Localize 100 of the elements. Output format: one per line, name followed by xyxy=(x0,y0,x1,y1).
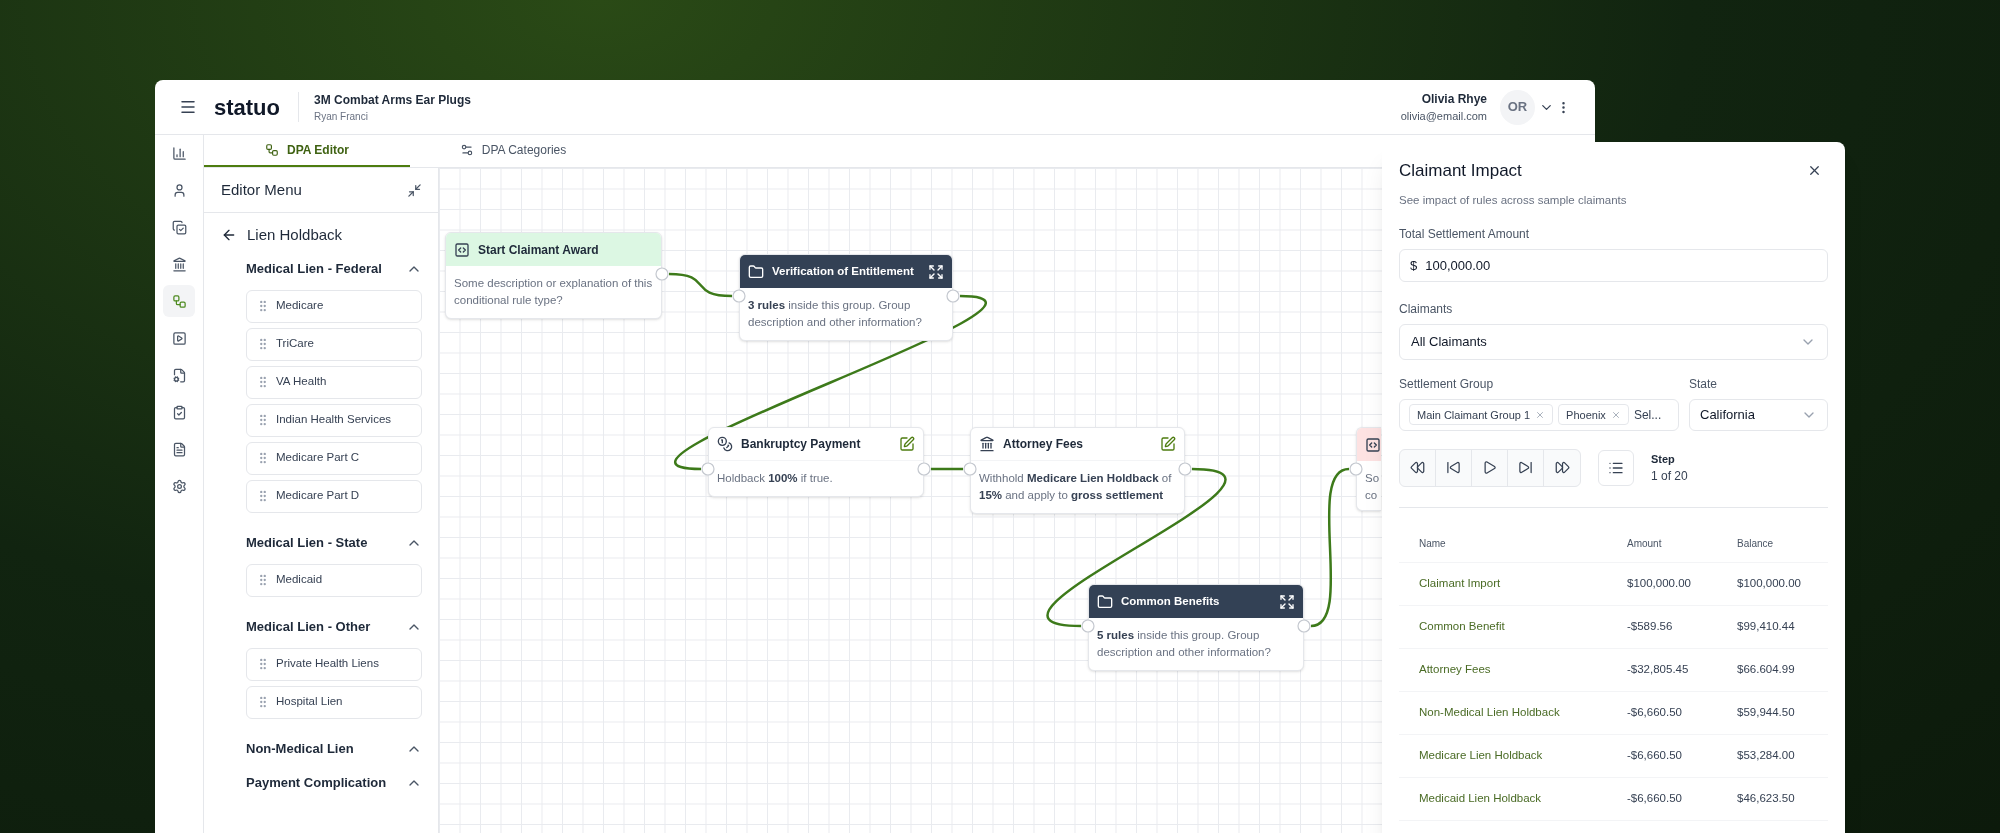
item-label: Hospital Lien xyxy=(276,694,343,710)
tab[interactable]: DPA Categories xyxy=(410,135,616,167)
remove-icon[interactable] xyxy=(1610,409,1621,420)
settings-icon xyxy=(171,478,187,494)
node-title: Verification of Entitlement xyxy=(772,263,915,279)
user-avatar[interactable]: OR xyxy=(1500,89,1535,125)
group-header[interactable]: Medical Lien - Federal xyxy=(246,258,422,279)
rewind-icon xyxy=(1410,460,1425,476)
state-select[interactable]: California xyxy=(1689,398,1828,431)
item-label: VA Health xyxy=(276,374,327,390)
lien-item[interactable]: Medicare xyxy=(246,289,422,323)
code-icon xyxy=(1365,436,1381,453)
collapse-icon[interactable] xyxy=(407,182,422,198)
amount-field[interactable]: $ 100,000.00 xyxy=(1399,248,1828,282)
workflow-icon xyxy=(171,293,187,309)
settlement-group-select[interactable]: Main Claimant Group 1 Phoenix Sel... xyxy=(1399,398,1679,431)
remove-icon[interactable] xyxy=(1535,409,1546,420)
rule-name-cell-text: Medicaid Lien Holdback xyxy=(1419,791,1543,807)
table-cell-text: -$6,660.50 xyxy=(1627,705,1683,721)
play-icon xyxy=(1482,460,1497,476)
menu-icon[interactable] xyxy=(179,98,197,116)
workflow-icon xyxy=(265,143,279,157)
lien-item[interactable]: Medicaid xyxy=(246,563,422,597)
item-label: TriCare xyxy=(276,336,314,352)
rule-name-cell-text: Medicare Lien Holdback xyxy=(1419,748,1544,764)
table-cell-text: $99,410.44 xyxy=(1737,619,1796,635)
user-icon xyxy=(171,182,187,198)
table-cell-text: $100,000.00 xyxy=(1737,576,1802,592)
expand-icon[interactable] xyxy=(928,263,944,280)
group-node[interactable]: Verification of Entitlement 3 rules inside this group. Group description and other information? xyxy=(739,254,953,341)
step-value: 1 of 20 xyxy=(1651,468,1688,485)
lien-item[interactable]: Medicare Part C xyxy=(246,441,422,475)
app-logo: statuo xyxy=(214,93,280,122)
lien-item[interactable]: TriCare xyxy=(246,327,422,361)
table-cell-text: $53,284.00 xyxy=(1737,748,1796,764)
group-node[interactable]: Common Benefits 5 rules inside this group. Group description and other information? xyxy=(1088,584,1304,671)
group-chip[interactable]: Phoenix xyxy=(1558,404,1629,426)
list-button[interactable] xyxy=(1598,449,1634,486)
case-title: 3M Combat Arms Ear Plugs xyxy=(314,91,471,109)
column-header: Balance xyxy=(1737,536,1775,551)
node-description: Some description or explanation of this conditional rule type? xyxy=(453,276,654,308)
lien-item[interactable]: Hospital Lien xyxy=(246,685,422,719)
field-label: Claimants xyxy=(1399,300,1454,318)
folder-icon xyxy=(1097,593,1113,610)
bank-icon xyxy=(171,256,187,272)
table-cell-text: -$6,660.50 xyxy=(1627,791,1683,807)
table-cell-text: -$32,805.45 xyxy=(1627,662,1690,678)
lien-item[interactable]: VA Health xyxy=(246,365,422,399)
skip-back-icon xyxy=(1446,460,1461,476)
lien-item[interactable]: Private Health Liens xyxy=(246,647,422,681)
group-header[interactable]: Medical Lien - State xyxy=(246,532,422,553)
item-label: Medicaid xyxy=(276,572,323,588)
item-label: Indian Health Services xyxy=(276,412,392,428)
group-header[interactable]: Medical Lien - Other xyxy=(246,616,422,637)
edit-icon[interactable] xyxy=(899,436,915,452)
case-subtitle: Ryan Franci xyxy=(314,109,369,124)
item-label: Medicare xyxy=(276,298,324,314)
column-header: Name xyxy=(1419,536,1447,551)
rule-name-cell-text: Claimant Import xyxy=(1419,576,1502,592)
currency-symbol: $ xyxy=(1410,256,1418,275)
group-header[interactable]: Payment Complication xyxy=(246,772,422,793)
skip-forward-icon xyxy=(1518,460,1533,476)
field-label: State xyxy=(1689,375,1719,393)
coins-icon xyxy=(717,436,733,452)
user-email: olivia@email.com xyxy=(1400,108,1487,124)
claimants-select[interactable]: All Claimants xyxy=(1399,323,1828,360)
rule-name-cell-text: Non-Medical Lien Holdback xyxy=(1419,705,1561,721)
panel-subtitle: See impact of rules across sample claimants xyxy=(1399,192,1628,208)
panel-title: Editor Menu xyxy=(221,179,302,200)
group-header[interactable]: Non-Medical Lien xyxy=(246,738,422,759)
group-chip[interactable]: Main Claimant Group 1 xyxy=(1409,404,1554,426)
node-description: Holdback 100% if true. xyxy=(716,471,834,486)
table-cell-text: -$6,660.50 xyxy=(1627,748,1683,764)
table-cell-text: -$589.56 xyxy=(1627,619,1674,635)
lien-item[interactable]: Medicare Part D xyxy=(246,479,422,513)
item-label: Medicare Part D xyxy=(276,488,360,504)
lien-item[interactable]: Indian Health Services xyxy=(246,403,422,437)
rule-name-cell-text: Common Benefit xyxy=(1419,619,1506,635)
edit-icon[interactable] xyxy=(1160,436,1176,452)
copy-check-icon xyxy=(171,219,187,235)
node-description: So co xyxy=(1364,471,1381,503)
item-label: Medicare Part C xyxy=(276,450,360,466)
step-label: Step xyxy=(1651,451,1676,467)
start-node[interactable]: Start Claimant Award Some description or explanation of this conditional rule type? xyxy=(445,232,662,319)
column-header: Amount xyxy=(1627,536,1663,551)
node-title: Attorney Fees xyxy=(1003,436,1085,453)
node-description: Withhold Medicare Lien Holdback of 15% and apply to gross settlement xyxy=(978,471,1173,503)
rule-name-cell-text: Attorney Fees xyxy=(1419,662,1492,678)
folder-icon xyxy=(748,263,764,280)
field-label: Settlement Group xyxy=(1399,375,1495,393)
code-icon xyxy=(454,241,470,258)
table-cell-text: $100,000.00 xyxy=(1627,576,1692,592)
node-description: 3 rules inside this group. Group description and other information? xyxy=(747,298,923,330)
fast-forward-icon xyxy=(1554,460,1570,476)
file-gear-icon xyxy=(171,367,187,383)
back-button[interactable]: Lien Holdback xyxy=(221,224,343,247)
expand-icon[interactable] xyxy=(1279,593,1295,610)
sliders-icon xyxy=(459,143,474,157)
end-node[interactable]: So co xyxy=(1356,427,1381,511)
select-placeholder: Sel... xyxy=(1633,406,1662,424)
